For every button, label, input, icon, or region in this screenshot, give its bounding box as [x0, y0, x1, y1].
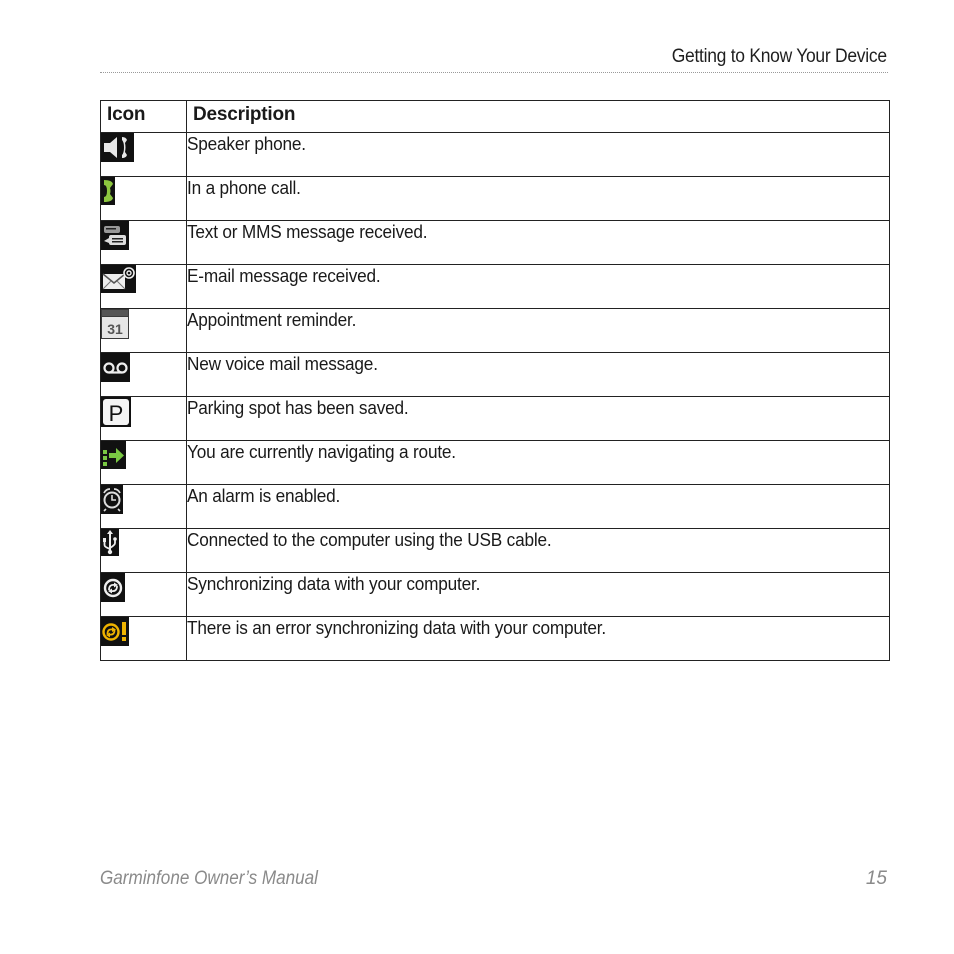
parking-icon-letter: P [109, 401, 124, 426]
row-description: In a phone call. [187, 177, 301, 198]
email-icon [101, 265, 136, 293]
icon-table: Icon Description Speaker phone. In a pho… [100, 100, 890, 661]
table-row: Text or MMS message received. [100, 220, 890, 265]
column-header-description: Description [186, 100, 890, 133]
running-header: Getting to Know Your Device [671, 46, 887, 67]
footer-manual-title: Garminfone Owner’s Manual [100, 868, 318, 889]
usb-icon [101, 529, 119, 556]
speaker-phone-icon [101, 133, 134, 162]
row-description: An alarm is enabled. [187, 485, 341, 506]
table-row: E-mail message received. [100, 264, 890, 309]
row-description: Text or MMS message received. [187, 221, 428, 242]
row-description: Connected to the computer using the USB … [187, 529, 552, 550]
text-message-icon [101, 221, 129, 250]
table-row: Synchronizing data with your computer. [100, 572, 890, 617]
row-description: New voice mail message. [187, 353, 378, 374]
table-row: Connected to the computer using the USB … [100, 528, 890, 573]
table-row: An alarm is enabled. [100, 484, 890, 529]
row-description: Speaker phone. [187, 133, 306, 154]
table-row: New voice mail message. [100, 352, 890, 397]
sync-icon [101, 573, 125, 602]
alarm-clock-icon [101, 485, 123, 514]
calendar-icon: 31 [101, 309, 129, 339]
navigation-route-icon [101, 441, 126, 469]
table-row: You are currently navigating a route. [100, 440, 890, 485]
row-description: There is an error synchronizing data wit… [187, 617, 606, 638]
voicemail-icon [101, 353, 130, 382]
sync-error-icon [101, 617, 129, 646]
table-header-row: Icon Description [100, 100, 890, 133]
column-header-icon: Icon [100, 100, 187, 133]
table-row: Speaker phone. [100, 132, 890, 177]
row-description: Appointment reminder. [187, 309, 357, 330]
row-description: Parking spot has been saved. [187, 397, 409, 418]
page-number: 15 [865, 868, 887, 889]
parking-icon: P [101, 397, 131, 427]
row-description: Synchronizing data with your computer. [187, 573, 481, 594]
header-divider [100, 72, 888, 73]
table-row: P Parking spot has been saved. [100, 396, 890, 441]
table-row: 31 Appointment reminder. [100, 308, 890, 353]
calendar-icon-date: 31 [107, 321, 123, 337]
row-description: E-mail message received. [187, 265, 381, 286]
table-row: In a phone call. [100, 176, 890, 221]
table-row: There is an error synchronizing data wit… [100, 616, 890, 661]
phone-call-icon [101, 177, 115, 205]
row-description: You are currently navigating a route. [187, 441, 456, 462]
